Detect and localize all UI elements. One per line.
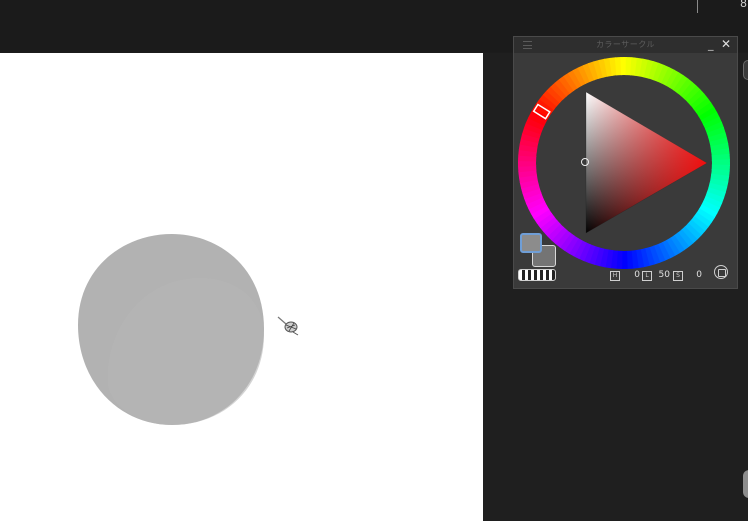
saturation-value[interactable]: 0	[688, 270, 702, 280]
color-swatches	[518, 233, 558, 267]
saturation-lightness-triangle[interactable]	[586, 92, 708, 234]
dock-scroll-handle[interactable]	[743, 470, 748, 498]
lightness-field-icon: L	[642, 271, 652, 281]
toolbar-separator	[697, 0, 698, 13]
panel-settings-icon[interactable]	[714, 265, 728, 279]
foreground-color-swatch[interactable]	[520, 233, 542, 253]
hue-value[interactable]: 0	[626, 270, 640, 280]
hue-field-icon: H	[610, 271, 620, 281]
hls-readout: H 0 L 50 S 0	[610, 269, 710, 283]
drawing-canvas[interactable]	[0, 53, 483, 521]
painted-circle	[78, 234, 264, 425]
dock-edge-button[interactable]	[743, 60, 748, 80]
saturation-field-icon: S	[673, 271, 683, 281]
lightness-value[interactable]: 50	[656, 270, 670, 280]
transparent-color-swatch[interactable]	[518, 269, 556, 281]
toolbar-corner-text: 8	[740, 0, 747, 10]
color-circle-panel: カラーサークル _ ✕ H 0 L 50 S 0	[513, 36, 738, 289]
brush-cursor-icon	[277, 316, 299, 336]
